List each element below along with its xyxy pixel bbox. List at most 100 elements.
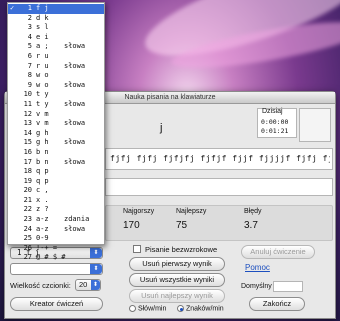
menu-item-num: 13 bbox=[23, 119, 32, 128]
menu-item[interactable]: 26 !-+ = bbox=[8, 244, 104, 254]
menu-item[interactable]: 9 w o słowa bbox=[8, 81, 104, 91]
menu-item-keys: v m bbox=[36, 119, 49, 128]
checkmark-icon: ✓ bbox=[10, 4, 15, 12]
menu-item[interactable]: 19 q p bbox=[8, 177, 104, 187]
worst-label: Najgorszy bbox=[123, 208, 155, 215]
menu-item-word: słowa bbox=[64, 61, 86, 70]
menu-item-num: 27 bbox=[23, 253, 32, 262]
finish-button[interactable]: Zakończ bbox=[249, 297, 305, 311]
font-size-label: Wielkość czcionki: bbox=[10, 281, 71, 290]
radio-chars[interactable] bbox=[177, 305, 184, 312]
worst-value: 170 bbox=[123, 220, 140, 231]
menu-item-num: 11 bbox=[23, 99, 32, 108]
menu-item[interactable]: 3 s l bbox=[8, 23, 104, 33]
menu-item-keys: z ? bbox=[36, 205, 49, 214]
menu-item[interactable]: 7 r u słowa bbox=[8, 62, 104, 72]
menu-item-num: 19 bbox=[23, 176, 32, 185]
typing-input[interactable] bbox=[105, 178, 333, 196]
menu-item[interactable]: 24 a-z słowa bbox=[8, 225, 104, 235]
menu-item[interactable]: ✓ 1 f j bbox=[8, 4, 104, 14]
menu-item-keys: b n bbox=[36, 147, 49, 156]
menu-item-num: 1 bbox=[27, 4, 32, 12]
menu-item[interactable]: 12 v m bbox=[8, 110, 104, 120]
avatar-box bbox=[299, 108, 331, 142]
menu-item-keys: !-+ = bbox=[36, 243, 58, 252]
menu-item-num: 12 bbox=[23, 109, 32, 118]
cancel-exercise-button[interactable]: Anuluj ćwiczenie bbox=[241, 245, 315, 259]
menu-item-num: 7 bbox=[27, 61, 32, 70]
menu-item-num: 23 bbox=[23, 215, 32, 224]
errors-value: 3.7 bbox=[244, 220, 258, 231]
today-time-current: 0:01:21 bbox=[261, 127, 289, 135]
menu-item-word: słowa bbox=[64, 99, 86, 108]
current-exercise-panel: j bbox=[105, 110, 255, 150]
speed-words-option[interactable]: Słów/min bbox=[129, 305, 166, 312]
menu-item-num: 9 bbox=[27, 80, 32, 89]
menu-item[interactable]: 5 a ; słowa bbox=[8, 42, 104, 52]
font-size-select[interactable]: 20 ⬍ bbox=[75, 279, 101, 291]
menu-item[interactable]: 23 a-z zdania bbox=[8, 215, 104, 225]
menu-item[interactable]: 25 0-9 bbox=[8, 234, 104, 244]
menu-item-word: zdania bbox=[64, 215, 90, 224]
menu-item-num: 16 bbox=[23, 147, 32, 156]
menu-item-keys: g h bbox=[36, 128, 49, 137]
menu-item[interactable]: 18 q p bbox=[8, 167, 104, 177]
menu-item-num: 18 bbox=[23, 167, 32, 176]
speed-chars-label: Znaków/min bbox=[185, 305, 224, 313]
radio-words[interactable] bbox=[129, 305, 136, 312]
menu-item-keys: g h bbox=[36, 138, 49, 147]
default-label: Domyślny bbox=[241, 283, 272, 290]
menu-item[interactable]: 10 t y bbox=[8, 90, 104, 100]
remove-first-result-button[interactable]: Usuń pierwszy wynik bbox=[129, 257, 225, 271]
default-field[interactable] bbox=[273, 281, 303, 292]
menu-item-keys: a ; bbox=[36, 42, 49, 51]
menu-item-keys: r u bbox=[36, 61, 49, 70]
menu-item-word: słowa bbox=[64, 224, 86, 233]
practice-line: fjfj fjfj fjfjfj fjfjf fjjf fjjjjf fjfj … bbox=[110, 154, 330, 163]
menu-item-keys: w o bbox=[36, 71, 49, 80]
exercise-dropdown-menu: ✓ 1 f j2d k3s l4e i5a ; słowa 6 r u7r u słowa 8… bbox=[7, 2, 105, 261]
menu-item-word: słowa bbox=[64, 119, 86, 128]
menu-item[interactable]: 14 g h bbox=[8, 129, 104, 139]
menu-item[interactable]: 17 b n słowa bbox=[8, 158, 104, 168]
menu-item-num: 24 bbox=[23, 224, 32, 233]
menu-item-num: 14 bbox=[23, 128, 32, 137]
menu-item[interactable]: 4 e i bbox=[8, 33, 104, 43]
menu-item[interactable]: 13 v m słowa bbox=[8, 119, 104, 129]
menu-item[interactable]: 2 d k bbox=[8, 14, 104, 24]
remove-best-result-button[interactable]: Usuń najlepszy wynik bbox=[129, 289, 225, 303]
menu-item-keys: v m bbox=[36, 109, 49, 118]
menu-item[interactable]: 21 x . bbox=[8, 196, 104, 206]
today-label: Dzisiaj bbox=[262, 108, 283, 115]
menu-item-keys: t y bbox=[36, 90, 49, 99]
menu-item-keys: w o bbox=[36, 80, 49, 89]
menu-item-word: słowa bbox=[64, 138, 86, 147]
menu-item-keys: b n bbox=[36, 157, 49, 166]
menu-item[interactable]: 6 r u bbox=[8, 52, 104, 62]
menu-item[interactable]: 20 c , bbox=[8, 186, 104, 196]
menu-item-keys: x . bbox=[36, 195, 49, 204]
exercise-creator-button[interactable]: Kreator ćwiczeń bbox=[10, 297, 103, 311]
menu-item-num: 10 bbox=[23, 90, 32, 99]
menu-item[interactable]: 22 z ? bbox=[8, 205, 104, 215]
menu-item-word: słowa bbox=[64, 80, 86, 89]
help-link[interactable]: Pomoc bbox=[245, 263, 270, 272]
menu-item-num: 25 bbox=[23, 234, 32, 243]
menu-item-keys: s l bbox=[36, 23, 49, 32]
remove-all-results-button[interactable]: Usuń wszystkie wyniki bbox=[129, 273, 225, 287]
speed-chars-option[interactable]: Znaków/min bbox=[177, 305, 224, 312]
menu-item-keys: r u bbox=[36, 51, 49, 60]
blind-typing-checkbox[interactable] bbox=[133, 245, 141, 253]
menu-item[interactable]: 8 w o bbox=[8, 71, 104, 81]
menu-item[interactable]: 27 @ # $ # bbox=[8, 253, 104, 263]
menu-item-keys: @ # $ # bbox=[36, 253, 66, 262]
menu-item-num: 5 bbox=[27, 42, 32, 51]
menu-item-word: słowa bbox=[64, 157, 86, 166]
menu-item[interactable]: 16 b n bbox=[8, 148, 104, 158]
secondary-select[interactable]: ⬍ bbox=[10, 263, 103, 275]
menu-item-num: 21 bbox=[23, 195, 32, 204]
menu-item[interactable]: 11 t y słowa bbox=[8, 100, 104, 110]
menu-item[interactable]: 15 g h słowa bbox=[8, 138, 104, 148]
practice-text-area: fjfj fjfj fjfjfj fjfjf fjjf fjjjjf fjfj … bbox=[105, 148, 333, 170]
best-label: Najlepszy bbox=[176, 208, 207, 215]
